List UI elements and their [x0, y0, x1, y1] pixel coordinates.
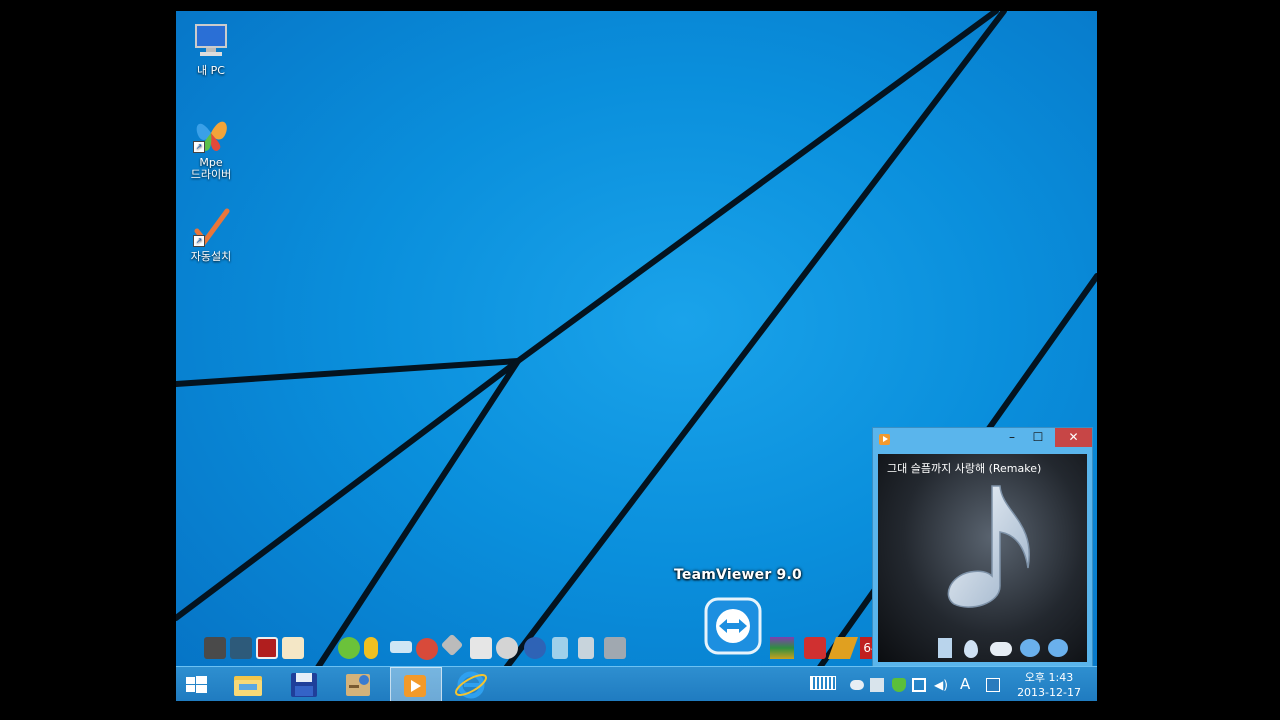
cd-icon[interactable] — [496, 637, 518, 659]
desktop-screen: 내 PC ↗ Mpe 드라이버 ↗ 자동설치 TeamViewer 9.0 64… — [176, 11, 1097, 701]
taskbar-clock[interactable]: 오후 1:43 2013-12-17 — [1017, 670, 1081, 700]
taskbar-tools-app[interactable] — [333, 667, 385, 701]
minimize-button[interactable]: – — [999, 428, 1025, 447]
cloud-icon[interactable] — [990, 642, 1012, 656]
desktop-icon-label-line2: 드라이버 — [190, 168, 232, 181]
taskbar-media-player[interactable] — [390, 667, 442, 701]
disc-icon[interactable] — [1020, 639, 1040, 657]
butterfly-icon: ↗ — [191, 113, 231, 153]
taskbar-save-app[interactable] — [278, 667, 330, 701]
player-toolbar — [938, 636, 1084, 660]
onedrive-cloud-icon[interactable] — [850, 680, 864, 690]
network-icon[interactable] — [912, 678, 926, 692]
desktop-icon-my-pc[interactable]: 내 PC — [176, 21, 246, 77]
song-title: 그대 슬픔까지 사랑해 (Remake) — [887, 462, 1042, 475]
system-tray: ◀) A 오후 1:43 2013-12-17 — [808, 667, 1097, 701]
maximize-button[interactable]: ☐ — [1025, 428, 1051, 447]
plane-icon[interactable] — [390, 641, 412, 653]
media-player-icon — [404, 675, 426, 697]
magnifier-icon[interactable] — [282, 637, 304, 659]
bin-icon[interactable] — [552, 637, 568, 659]
taskbar-file-explorer[interactable] — [223, 667, 275, 701]
window-titlebar[interactable]: – ☐ ✕ — [873, 428, 1092, 449]
search-pc-icon[interactable] — [604, 637, 626, 659]
folder-icon — [234, 676, 262, 696]
network-monitor-icon[interactable] — [870, 678, 884, 692]
start-button[interactable] — [176, 667, 228, 701]
ime-mode-indicator[interactable]: A — [960, 675, 970, 693]
close-button[interactable]: ✕ — [1055, 428, 1092, 447]
computer-icon — [191, 21, 231, 61]
desktop-icon-archive[interactable] — [770, 637, 794, 659]
taskbar: ◀) A 오후 1:43 2013-12-17 — [176, 666, 1097, 701]
album-art-panel: 그대 슬픔까지 사랑해 (Remake) — [878, 454, 1087, 662]
floppy-disk-icon — [291, 673, 317, 697]
tools-icon — [346, 674, 370, 696]
monitor-icon[interactable] — [524, 637, 546, 659]
clock-time: 오후 1:43 — [1024, 671, 1074, 684]
keyboard-icon[interactable] — [810, 676, 836, 690]
disc-alt-icon[interactable] — [1048, 639, 1068, 657]
document-icon[interactable] — [938, 638, 952, 658]
shortcut-arrow-icon: ↗ — [193, 235, 205, 247]
desktop-icon-notes[interactable] — [804, 637, 826, 659]
files-icon[interactable] — [578, 637, 594, 659]
desktop-icon-label: 내 PC — [197, 64, 225, 77]
internet-explorer-icon — [454, 671, 488, 699]
media-player-icon — [879, 434, 890, 445]
camera-icon[interactable] — [230, 637, 252, 659]
volume-icon[interactable]: ◀) — [934, 678, 948, 692]
eye-icon[interactable] — [416, 638, 438, 660]
windows-logo-icon — [186, 676, 207, 693]
film-icon[interactable] — [204, 637, 226, 659]
runner-icon[interactable] — [364, 637, 378, 659]
music-player-window[interactable]: – ☐ ✕ 그대 슬픔까지 사랑해 (Remake) — [872, 427, 1093, 667]
taskbar-internet-explorer[interactable] — [446, 667, 498, 701]
ime-pad-icon[interactable] — [986, 678, 1000, 692]
desktop-icon-auto-install[interactable]: ↗ 자동설치 — [176, 207, 246, 263]
desktop-icon-teamviewer[interactable]: TeamViewer 9.0 — [668, 567, 808, 655]
checkmark-icon: ↗ — [191, 207, 231, 247]
music-note-icon — [947, 485, 1030, 608]
location-icon[interactable] — [338, 637, 360, 659]
desktop-icon-mpe-driver[interactable]: ↗ Mpe 드라이버 — [176, 113, 246, 181]
drop-icon[interactable] — [964, 640, 978, 658]
clock-date: 2013-12-17 — [1017, 686, 1081, 699]
shortcut-arrow-icon: ↗ — [193, 141, 205, 153]
desktop-icon-label: 자동설치 — [190, 250, 232, 263]
teamviewer-label: TeamViewer 9.0 — [674, 567, 802, 583]
teamviewer-icon — [704, 597, 762, 655]
chip-icon[interactable] — [256, 637, 278, 659]
laptop-icon[interactable] — [470, 637, 492, 659]
shield-icon[interactable] — [892, 678, 906, 692]
